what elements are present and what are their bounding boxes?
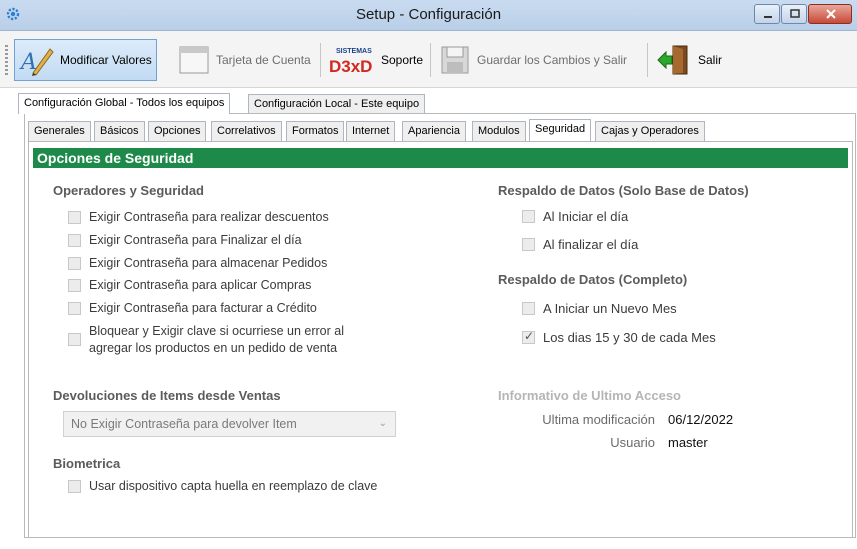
support-logo-small: SISTEMAS <box>336 48 372 55</box>
checkbox[interactable] <box>522 329 535 344</box>
checkbox-label: Exigir Contraseña para aplicar Compras <box>89 278 312 292</box>
toolbar-grip[interactable] <box>5 45 8 75</box>
modify-values-button[interactable]: A Modificar Valores <box>14 39 157 81</box>
returns-select[interactable]: No Exigir Contraseña para devolver Item … <box>63 411 396 437</box>
last-modified-label: Ultima modificación <box>542 412 655 427</box>
checkbox[interactable] <box>68 480 81 493</box>
section-title: Opciones de Seguridad <box>33 148 848 168</box>
biometric-heading: Biometrica <box>53 456 121 471</box>
checkbox-label-line: agregar los productos en un pedido de ve… <box>89 341 338 355</box>
tab-cajas-operadores[interactable]: Cajas y Operadores <box>595 121 705 141</box>
maximize-button[interactable] <box>781 4 807 24</box>
card-icon <box>179 46 209 74</box>
tab-apariencia[interactable]: Apariencia <box>402 121 466 141</box>
checkbox-row[interactable]: Los dias 15 y 30 de cada Mes <box>522 329 716 346</box>
returns-select-value: No Exigir Contraseña para devolver Item <box>71 417 297 431</box>
tab-local-config[interactable]: Configuración Local - Este equipo <box>248 94 426 114</box>
checkbox[interactable] <box>522 238 535 251</box>
tab-basicos[interactable]: Básicos <box>94 121 145 141</box>
checkbox-row[interactable]: Usar dispositivo capta huella en reempla… <box>68 478 377 495</box>
exit-button[interactable]: Salir <box>651 39 726 81</box>
checkbox-label: Exigir Contraseña para Finalizar el día <box>89 233 302 247</box>
support-logo-icon: SISTEMAS D3xD <box>329 48 372 76</box>
tab-seguridad[interactable]: Seguridad <box>529 119 592 141</box>
checkbox[interactable] <box>68 257 81 270</box>
account-card-button[interactable]: Tarjeta de Cuenta <box>173 39 315 81</box>
tab-generales[interactable]: Generales <box>28 121 91 141</box>
checkbox-row[interactable]: Exigir Contraseña para almacenar Pedidos <box>68 255 327 272</box>
tab-modulos[interactable]: Modulos <box>472 121 526 141</box>
checkbox-row[interactable]: Exigir Contraseña para aplicar Compras <box>68 277 311 294</box>
checkbox-label: Bloquear y Exigir clave si ocurriese un … <box>89 323 344 357</box>
checkbox-row[interactable]: Exigir Contraseña para facturar a Crédit… <box>68 300 317 317</box>
checkbox[interactable] <box>68 333 81 346</box>
save-icon <box>441 46 469 74</box>
checkbox-label: Los dias 15 y 30 de cada Mes <box>543 330 716 345</box>
checkbox[interactable] <box>68 211 81 224</box>
checkbox[interactable] <box>522 210 535 223</box>
checkbox[interactable] <box>68 234 81 247</box>
operators-heading: Operadores y Seguridad <box>53 183 204 198</box>
checkbox[interactable] <box>68 279 81 292</box>
checkbox-row[interactable]: A Iniciar un Nuevo Mes <box>522 300 677 317</box>
window-title: Setup - Configuración <box>355 6 502 23</box>
checkbox-label: Exigir Contraseña para realizar descuent… <box>89 210 329 224</box>
toolbar-separator <box>647 43 648 77</box>
checkbox-row[interactable]: Bloquear y Exigir clave si ocurriese un … <box>68 323 344 357</box>
close-icon <box>826 9 836 19</box>
checkbox-label-line: Bloquear y Exigir clave si ocurriese un … <box>89 324 344 338</box>
modify-values-label: Modificar Valores <box>60 53 152 67</box>
title-bar: Setup - Configuración <box>0 0 857 31</box>
checkbox-row[interactable]: Exigir Contraseña para Finalizar el día <box>68 232 302 249</box>
close-button[interactable] <box>808 4 852 24</box>
tab-formatos[interactable]: Formatos <box>286 121 345 141</box>
checkbox-label: Exigir Contraseña para facturar a Crédit… <box>89 301 317 315</box>
checkbox[interactable] <box>522 302 535 315</box>
backup-db-heading: Respaldo de Datos (Solo Base de Datos) <box>498 183 749 198</box>
checkbox-label: A Iniciar un Nuevo Mes <box>543 301 677 316</box>
returns-heading: Devoluciones de Items desde Ventas <box>53 388 281 403</box>
last-modified-value: 06/12/2022 <box>668 412 734 427</box>
exit-label: Salir <box>698 53 723 67</box>
checkbox-label: Al finalizar el día <box>543 237 639 252</box>
edit-values-icon: A <box>19 48 54 76</box>
checkbox-label: Al Iniciar el día <box>543 209 629 224</box>
support-logo-big: D3xD <box>329 57 372 76</box>
tab-correlativos[interactable]: Correlativos <box>211 121 282 141</box>
minimize-icon <box>764 16 772 18</box>
backup-full-heading: Respaldo de Datos (Completo) <box>498 272 688 287</box>
account-card-label: Tarjeta de Cuenta <box>216 53 311 67</box>
checkbox-row[interactable]: Al finalizar el día <box>522 236 638 253</box>
support-button[interactable]: SISTEMAS D3xD Soporte <box>324 39 427 81</box>
checkbox-label: Exigir Contraseña para almacenar Pedidos <box>89 256 328 270</box>
checkbox-row[interactable]: Al Iniciar el día <box>522 208 628 225</box>
chevron-down-icon: ⌄ <box>378 418 387 429</box>
toolbar-separator <box>320 43 321 77</box>
tab-internet[interactable]: Internet <box>346 121 396 141</box>
save-exit-label: Guardar los Cambios y Salir <box>477 53 628 67</box>
toolbar-separator <box>430 43 431 77</box>
exit-door-icon <box>657 45 688 75</box>
checkbox-row[interactable]: Exigir Contraseña para realizar descuent… <box>68 209 329 226</box>
last-access-heading: Informativo de Ultimo Acceso <box>498 388 681 403</box>
maximize-icon <box>790 9 800 18</box>
tab-opciones[interactable]: Opciones <box>148 121 207 141</box>
toolbar: A Modificar Valores Tarjeta de Cuenta SI… <box>0 31 857 88</box>
support-label: Soporte <box>381 53 424 67</box>
minimize-button[interactable] <box>754 4 780 24</box>
checkbox-label: Usar dispositivo capta huella en reempla… <box>89 479 378 493</box>
save-exit-button[interactable]: Guardar los Cambios y Salir <box>434 39 631 81</box>
checkbox[interactable] <box>68 302 81 315</box>
user-value: master <box>668 435 708 450</box>
user-label: Usuario <box>610 435 655 450</box>
tab-global-config[interactable]: Configuración Global - Todos los equipos <box>18 93 231 114</box>
